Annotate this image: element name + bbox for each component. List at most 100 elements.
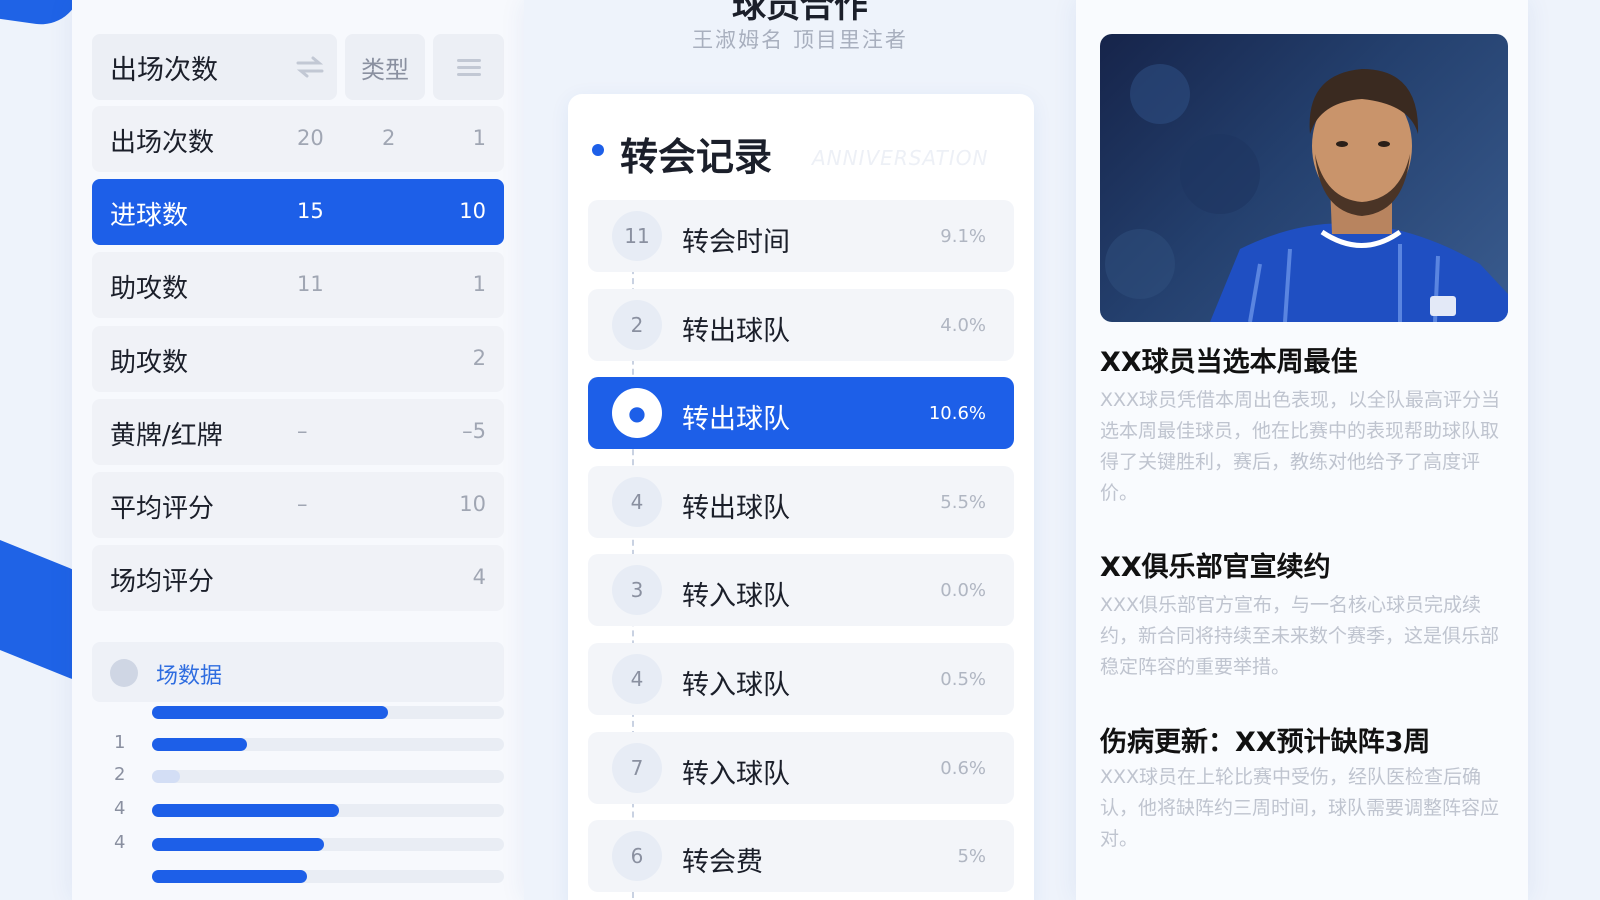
page-subtitle: 王淑姆名 顶目里注者 xyxy=(692,28,908,52)
transfer-label: 转会时间 xyxy=(682,227,790,258)
step-number: 11 xyxy=(612,211,662,261)
step-number: 6 xyxy=(612,831,662,881)
player-photo[interactable] xyxy=(1100,34,1508,322)
transfer-row-selected[interactable]: ● 转出球队 10.6% xyxy=(588,377,1014,449)
stat-value: 15 xyxy=(297,199,324,223)
stat-value: 2 xyxy=(472,346,486,370)
bar-fill xyxy=(152,770,180,783)
transfer-value: 0.5% xyxy=(940,669,986,690)
transfer-row[interactable]: 4 转入球队 0.5% xyxy=(588,643,1014,715)
stats-header-dropdown[interactable]: 出场次数 xyxy=(92,34,337,100)
stat-label: 平均评分 xyxy=(110,494,215,524)
step-number: 4 xyxy=(612,654,662,704)
news-body: XXX俱乐部官方宣布，与一名核心球员完成续约，新合同将持续至未来数个赛季，这是俱… xyxy=(1100,594,1500,678)
bar-track xyxy=(152,770,504,783)
bar-label: 1 xyxy=(114,732,126,753)
news-title[interactable]: 伤病更新：XX预计缺阵3周 xyxy=(1100,720,1430,759)
stat-value: 1 xyxy=(472,126,486,150)
match-data-label: 场数据 xyxy=(156,664,223,689)
page-title: 球员合作 xyxy=(732,0,868,26)
transfer-value: 5.5% xyxy=(940,492,986,513)
transfer-card: 转会记录 ANNIVERSATION 11 转会时间 9.1% 2 转出球队 4… xyxy=(568,94,1034,900)
ball-icon xyxy=(110,659,138,687)
transfer-row[interactable]: 3 转入球队 0.0% xyxy=(588,554,1014,626)
step-number: 7 xyxy=(612,743,662,793)
stats-header: 出场次数 类型 xyxy=(92,34,504,100)
stat-value: 20 xyxy=(297,126,324,150)
transfer-value: 0.6% xyxy=(940,758,986,779)
news-body: XXX球员在上轮比赛中受伤，经队医检查后确认，他将缺阵约三周时间，球队需要调整阵… xyxy=(1100,766,1500,850)
stat-label: 进球数 xyxy=(110,201,189,231)
bar-fill xyxy=(152,804,339,817)
stats-header-label: 出场次数 xyxy=(110,54,218,86)
transfer-label: 转入球队 xyxy=(682,759,790,790)
news-title[interactable]: XX球员当选本周最佳 xyxy=(1100,340,1358,379)
news-title[interactable]: XX俱乐部官宣续约 xyxy=(1100,545,1331,584)
transfer-value: 10.6% xyxy=(928,403,986,424)
stat-row[interactable]: 平均评分 – 10 xyxy=(92,472,504,538)
stat-row[interactable]: 出场次数 20 2 1 xyxy=(92,106,504,172)
transfer-label: 转出球队 xyxy=(682,316,790,347)
stat-row[interactable]: 助攻数 2 xyxy=(92,326,504,392)
stat-value: – xyxy=(297,419,308,443)
type-tab[interactable]: 类型 xyxy=(345,34,425,100)
stat-value: – xyxy=(297,492,308,516)
bar-fill xyxy=(152,870,307,883)
transfer-label: 转出球队 xyxy=(682,493,790,524)
transfer-row[interactable]: 2 转出球队 4.0% xyxy=(588,289,1014,361)
menu-icon xyxy=(456,59,481,76)
stat-value: 1 xyxy=(472,272,486,296)
transfer-label: 转会费 xyxy=(682,847,763,878)
bar-fill xyxy=(152,838,324,851)
menu-button[interactable] xyxy=(433,34,504,100)
transfer-panel: 球员合作 王淑姆名 顶目里注者 转会记录 ANNIVERSATION 11 转会… xyxy=(524,0,1076,900)
bar-label: 4 xyxy=(114,832,126,853)
bar-label: 2 xyxy=(114,764,126,785)
title-dot xyxy=(592,144,604,156)
transfer-label: 转出球队 xyxy=(682,404,790,435)
step-number: 2 xyxy=(612,300,662,350)
transfer-label: 转入球队 xyxy=(682,670,790,701)
background-accent-left xyxy=(0,507,80,683)
stat-label: 黄牌/红牌 xyxy=(110,421,223,451)
stat-label: 出场次数 xyxy=(110,128,215,158)
news-panel: XX球员当选本周最佳 XXX球员凭借本周出色表现，以全队最高评分当选本周最佳球员… xyxy=(1076,0,1528,900)
stat-row[interactable]: 黄牌/红牌 – –5 xyxy=(92,399,504,465)
stats-panel: 出场次数 类型 出场次数 20 2 1 进球数 15 10 助攻数 11 1 助… xyxy=(72,0,524,900)
transfer-value: 9.1% xyxy=(940,226,986,247)
stat-row[interactable]: 助攻数 11 1 xyxy=(92,252,504,318)
stat-value: 11 xyxy=(297,272,324,296)
transfer-value: 5% xyxy=(957,846,986,867)
stat-value: 10 xyxy=(459,492,486,516)
stat-value: 2 xyxy=(382,126,396,150)
transfer-card-title: 转会记录 xyxy=(620,135,773,179)
stat-label: 助攻数 xyxy=(110,274,189,304)
step-number: 3 xyxy=(612,565,662,615)
bar-fill xyxy=(152,706,388,719)
stat-value: 4 xyxy=(472,565,486,589)
stat-label: 场均评分 xyxy=(110,567,215,597)
player-illustration xyxy=(1105,64,1508,322)
swap-icon xyxy=(296,56,324,78)
transfer-row[interactable]: 6 转会费 5% xyxy=(588,820,1014,892)
stat-value: 10 xyxy=(459,199,486,223)
transfer-row[interactable]: 4 转出球队 5.5% xyxy=(588,466,1014,538)
news-body: XXX球员凭借本周出色表现，以全队最高评分当选本周最佳球员，他在比赛中的表现帮助… xyxy=(1100,389,1501,504)
transfer-label: 转入球队 xyxy=(682,581,790,612)
stat-label: 助攻数 xyxy=(110,348,189,378)
transfer-row[interactable]: 7 转入球队 0.6% xyxy=(588,732,1014,804)
transfer-row[interactable]: 11 转会时间 9.1% xyxy=(588,200,1014,272)
match-bars: 1 2 4 4 xyxy=(92,706,504,900)
transfer-value: 0.0% xyxy=(940,580,986,601)
type-tab-label: 类型 xyxy=(361,55,409,84)
bar-label: 4 xyxy=(114,798,126,819)
bar-fill xyxy=(152,738,247,751)
transfer-value: 4.0% xyxy=(940,315,986,336)
step-number: 4 xyxy=(612,477,662,527)
stat-row[interactable]: 场均评分 4 xyxy=(92,545,504,611)
watermark-text: ANNIVERSATION xyxy=(812,146,989,170)
match-data-header[interactable]: 场数据 xyxy=(92,642,504,702)
stat-row-selected[interactable]: 进球数 15 10 xyxy=(92,179,504,245)
step-number: ● xyxy=(612,388,662,438)
background-accent-top xyxy=(0,0,84,30)
